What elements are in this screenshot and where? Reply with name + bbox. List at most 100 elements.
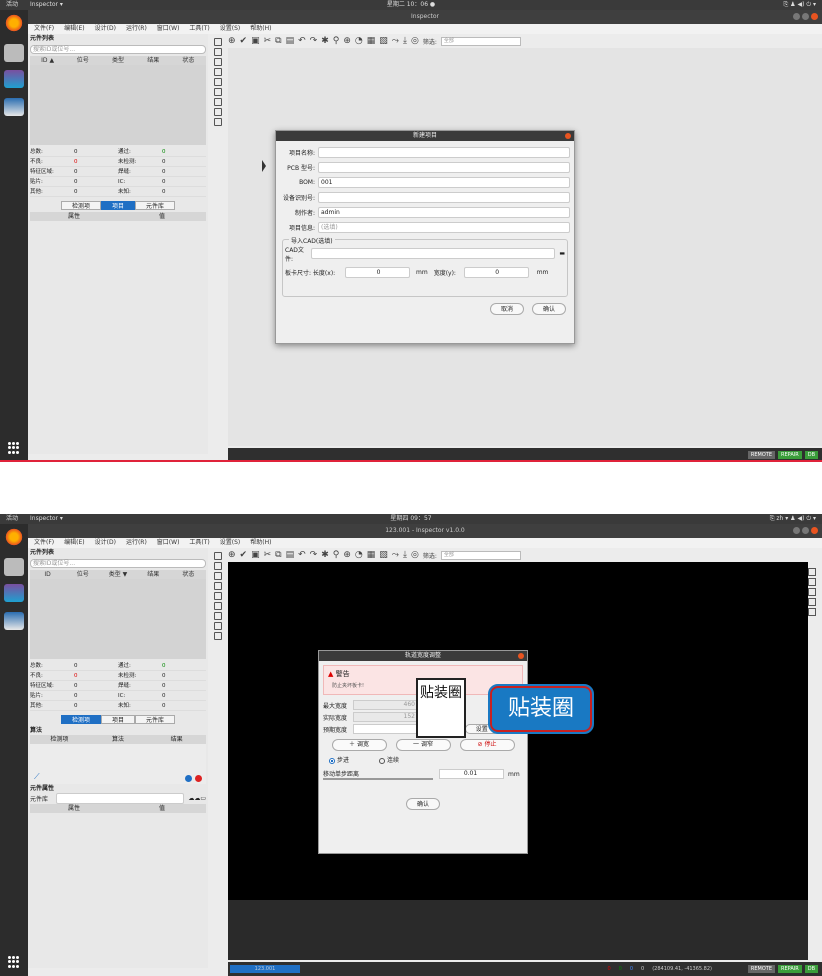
repair-button[interactable]: REPAIR [778,451,802,459]
save-icon[interactable]: ▣ [251,36,260,46]
zoom-in-icon[interactable]: ⊕ [343,550,351,560]
repair-button[interactable]: REPAIR [778,965,802,973]
author-input[interactable]: admin [318,207,570,218]
undo-icon[interactable]: ↶ [298,550,306,560]
system-tray[interactable]: ⎘ ♟ ◀) ⏻ ▾ [783,0,816,10]
device-id-input[interactable] [318,192,570,203]
settings-icon[interactable]: ✱ [321,550,329,560]
minimize-icon[interactable] [793,527,800,534]
split-icon[interactable] [214,612,222,620]
battery-icon[interactable] [214,68,222,76]
remote-button[interactable]: REMOTE [747,451,776,459]
continuous-radio[interactable]: 连续 [379,755,399,764]
download-icon[interactable]: ⤓ [403,36,407,46]
add-icon[interactable] [185,775,192,782]
firefox-icon[interactable] [4,528,24,546]
frame-icon[interactable] [214,592,222,600]
camera-icon[interactable]: ◔ [355,36,363,46]
paste-icon[interactable]: ▤ [286,550,295,560]
bom-input[interactable]: 001 [318,177,570,188]
rectangle-icon[interactable] [214,572,222,580]
screenshot-app-icon[interactable] [4,584,24,602]
pcb-model-input[interactable] [318,162,570,173]
clock[interactable]: 星期四 09：57 [0,514,822,524]
camera-icon[interactable]: ◔ [355,550,363,560]
algorithm-list[interactable]: ⟋ [30,744,206,784]
swap-icon[interactable] [808,608,816,616]
grid-icon[interactable] [214,632,222,640]
file-manager-icon[interactable] [4,44,24,62]
db-button[interactable]: DB [804,965,818,973]
col-id[interactable]: ID [30,570,65,579]
clock[interactable]: 星期二 10：06 ● [0,0,822,10]
db-button[interactable]: DB [804,451,818,459]
firefox-icon[interactable] [4,14,24,32]
zoom-out-icon[interactable] [808,598,816,606]
sync-icon[interactable]: ◎ [411,36,419,46]
redo-icon[interactable]: ↷ [310,36,318,46]
menu-design[interactable]: 设计(D) [95,24,116,34]
rectangle-icon[interactable] [214,58,222,66]
filter-select[interactable]: 全部 [440,550,521,560]
project-info-input[interactable]: (选填) [318,222,570,233]
menu-design[interactable]: 设计(D) [95,538,116,548]
menu-help[interactable]: 帮助(H) [250,538,271,548]
grid-icon[interactable] [214,118,222,126]
width-input[interactable]: 0 [463,267,529,278]
close-icon[interactable] [811,13,818,20]
col-ref[interactable]: 位号 [65,570,100,579]
show-apps-icon[interactable] [8,956,20,968]
grid-icon[interactable]: ▦ [367,36,376,46]
menu-run[interactable]: 运行(R) [126,24,147,34]
search-input[interactable]: 搜索ID或位号... [30,559,206,568]
minimize-icon[interactable] [793,13,800,20]
filter-select[interactable]: 全部 [440,36,521,46]
target-icon[interactable]: ⊕ [228,36,236,46]
col-result[interactable]: 结果 [136,570,171,579]
tab-project[interactable]: 项目 [100,201,135,210]
tab-inspection-items[interactable]: 检测项 [60,201,101,210]
col-id[interactable]: ID ▲ [30,56,65,65]
col-status[interactable]: 状态 [171,56,206,65]
confirm-button[interactable]: 确认 [405,798,440,810]
show-apps-icon[interactable] [8,442,20,454]
split-icon[interactable] [214,98,222,106]
menu-edit[interactable]: 编辑(E) [64,24,84,34]
search-input[interactable]: 搜索ID或位号... [30,45,206,54]
redo-icon[interactable]: ↷ [310,550,318,560]
target-icon[interactable] [214,552,222,560]
component-list[interactable] [30,65,206,145]
col-result[interactable]: 结果 [136,56,171,65]
confirm-button[interactable]: 确认 [531,303,566,315]
project-indicator[interactable]: 123.001 [230,965,300,973]
system-tray[interactable]: ⎘ zh ▾ ♟ ◀) ⏻ ▾ [770,514,816,524]
route-icon[interactable]: ⤳ [392,550,399,560]
inspector-app-icon[interactable] [4,612,24,630]
copy-icon[interactable]: ⧉ [275,550,281,560]
menu-tools[interactable]: 工具(T) [189,24,209,34]
list-icon[interactable] [214,622,222,630]
cad-file-input[interactable] [311,248,556,259]
file-manager-icon[interactable] [4,558,24,576]
step-radio[interactable]: 步进 [329,755,349,764]
expand-icon[interactable] [808,578,816,586]
crosshair-icon[interactable] [214,562,222,570]
tab-inspection-items[interactable]: 检测项 [60,715,101,724]
layout-icon[interactable]: ▧ [379,550,388,560]
project-name-input[interactable] [318,147,570,158]
grid-icon[interactable]: ▦ [367,550,376,560]
tab-project[interactable]: 项目 [100,715,135,724]
save-icon[interactable]: ▣ [251,550,260,560]
remote-button[interactable]: REMOTE [747,965,776,973]
close-icon[interactable] [518,653,524,659]
screenshot-app-icon[interactable] [4,70,24,88]
menu-window[interactable]: 窗口(W) [157,24,180,34]
remove-icon[interactable] [195,775,202,782]
image-icon[interactable] [214,88,222,96]
menu-settings[interactable]: 设置(S) [220,24,241,34]
menu-window[interactable]: 窗口(W) [157,538,180,548]
zoom-icon[interactable]: ⚲ [333,36,340,46]
wand-icon[interactable]: ⟋ [34,772,40,782]
undo-icon[interactable]: ↶ [298,36,306,46]
settings-icon[interactable]: ✱ [321,36,329,46]
